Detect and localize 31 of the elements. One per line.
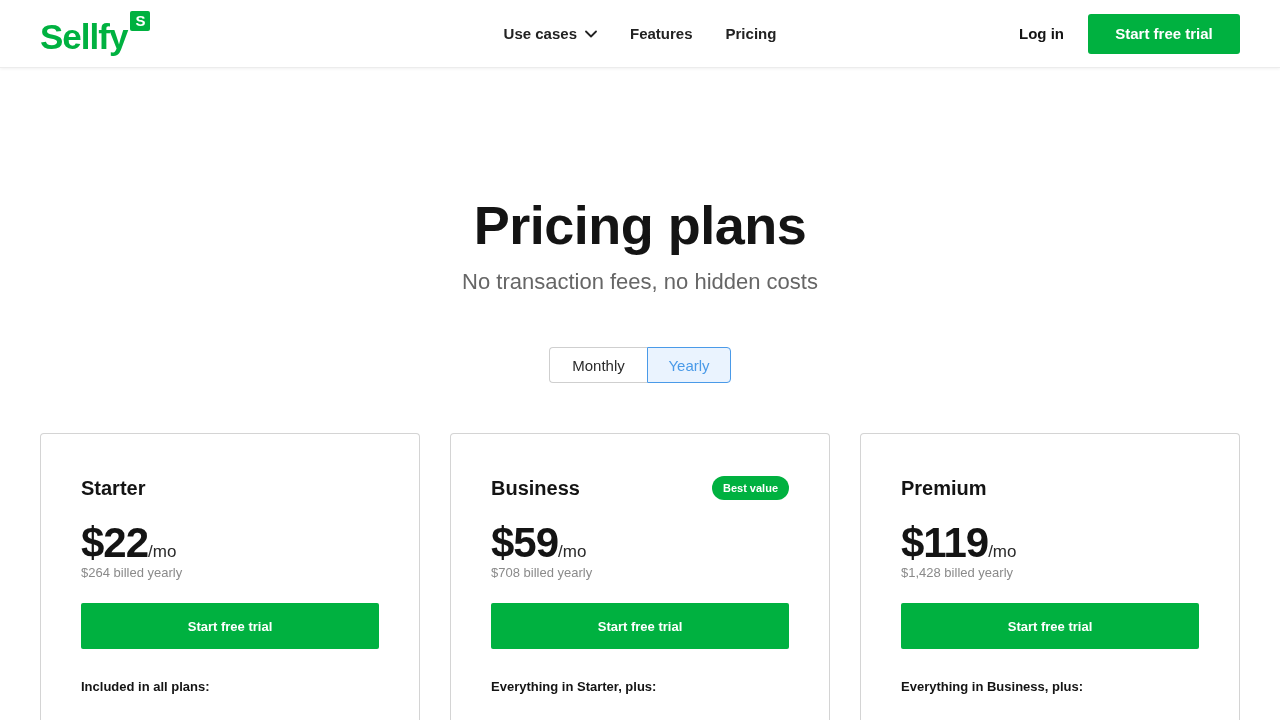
start-trial-button[interactable]: Start free trial — [81, 603, 379, 649]
features-heading: Everything in Starter, plus: — [491, 678, 658, 696]
billing-toggle-option[interactable]: Yearly — [647, 347, 731, 383]
logo-wordmark[interactable]: Sellfy — [40, 16, 128, 57]
billed-yearly-note: $708 billed yearly — [491, 565, 594, 581]
start-trial-button[interactable]: Start free trial — [901, 603, 1199, 649]
page-title: Pricing plans — [473, 194, 807, 257]
plan-name: Premium — [901, 476, 987, 500]
start-trial-button[interactable]: Start free trial — [491, 603, 789, 649]
start-trial-button[interactable]: Start free trial — [1088, 13, 1240, 54]
price-period: /mo — [558, 542, 587, 562]
login-link[interactable]: Log in — [1019, 25, 1064, 42]
plan-name: Business — [491, 476, 580, 500]
page-subtitle: No transaction fees, no hidden costs — [462, 268, 818, 296]
logo-badge[interactable]: S — [130, 10, 151, 31]
price-period: /mo — [988, 542, 1017, 562]
best-value-badge: Best value — [711, 476, 789, 500]
plan-price: $22 — [81, 521, 149, 565]
billing-toggle-option[interactable]: Monthly — [549, 347, 647, 383]
nav-link[interactable]: Pricing — [725, 25, 777, 42]
plan-price: $59 — [491, 521, 559, 565]
plan-name: Starter — [81, 476, 146, 500]
nav-link[interactable]: Use cases — [503, 25, 597, 42]
plan-price: $119 — [901, 521, 989, 565]
nav-link[interactable]: Features — [630, 25, 693, 42]
chevron-down-icon — [585, 29, 597, 38]
features-heading: Everything in Business, plus: — [901, 678, 1085, 696]
billed-yearly-note: $1,428 billed yearly — [901, 565, 1015, 581]
price-period: /mo — [148, 542, 177, 562]
features-heading: Included in all plans: — [81, 678, 211, 696]
billed-yearly-note: $264 billed yearly — [81, 565, 184, 581]
